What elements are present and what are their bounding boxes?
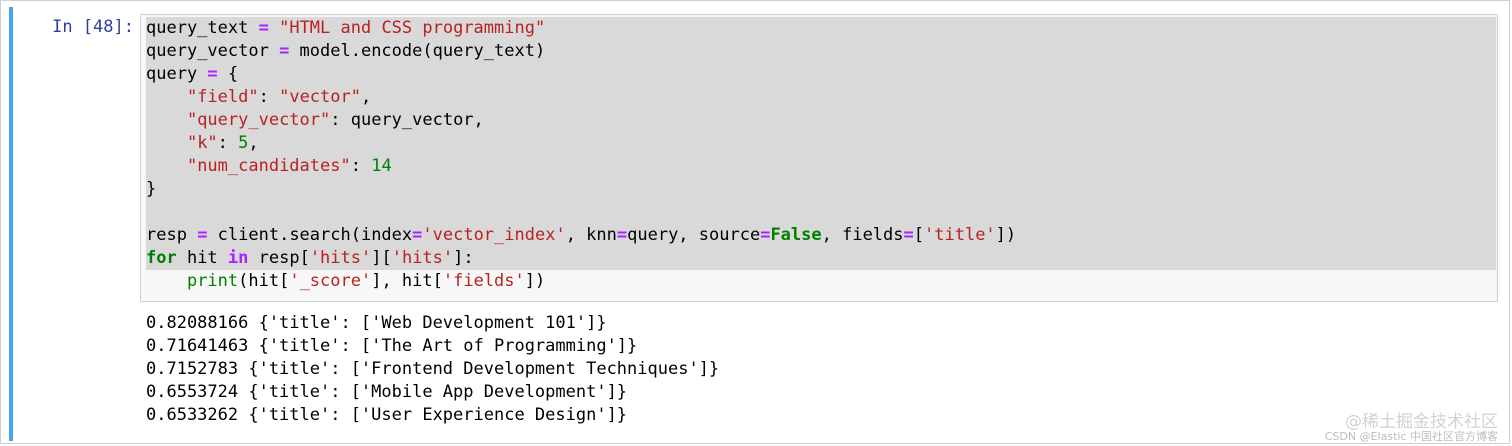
code-line-5: "query_vector": query_vector,	[146, 109, 1496, 132]
watermark-credit: CSDN @Elastic 中国社区官方博客	[1324, 430, 1498, 443]
code-line-12: print(hit['_score'], hit['fields'])	[146, 270, 1496, 293]
code-line-3: query = {	[146, 63, 1496, 86]
code-line-2: query_vector = model.encode(query_text)	[146, 40, 1496, 63]
code-line-7: "num_candidates": 14	[146, 155, 1496, 178]
code-line-blank	[146, 201, 1496, 224]
code-line-1: query_text = "HTML and CSS programming"	[146, 17, 1496, 40]
output-line: 0.6533262 {'title': ['User Experience De…	[146, 405, 628, 425]
code-line-4: "field": "vector",	[146, 86, 1496, 109]
selection-highlight: print(hit['_score'], hit['fields'])	[186, 271, 546, 291]
output-line: 0.82088166 {'title': ['Web Development 1…	[146, 313, 607, 333]
input-prompt: In [48]:	[52, 17, 134, 37]
code-editor[interactable]: query_text = "HTML and CSS programming" …	[146, 17, 1496, 293]
code-line-11: for hit in resp['hits']['hits']:	[146, 247, 1496, 270]
output-line: 0.71641463 {'title': ['The Art of Progra…	[146, 336, 638, 356]
code-line-6: "k": 5,	[146, 132, 1496, 155]
code-line-8: }	[146, 178, 1496, 201]
output-line: 0.7152783 {'title': ['Frontend Developme…	[146, 359, 720, 379]
cell-output: 0.82088166 {'title': ['Web Development 1…	[146, 312, 719, 427]
code-line-10: resp = client.search(index='vector_index…	[146, 224, 1496, 247]
cell-selection-bar	[9, 7, 13, 441]
notebook-page: In [48]: query_text = "HTML and CSS prog…	[0, 0, 1512, 446]
output-line: 0.6553724 {'title': ['Mobile App Develop…	[146, 382, 628, 402]
